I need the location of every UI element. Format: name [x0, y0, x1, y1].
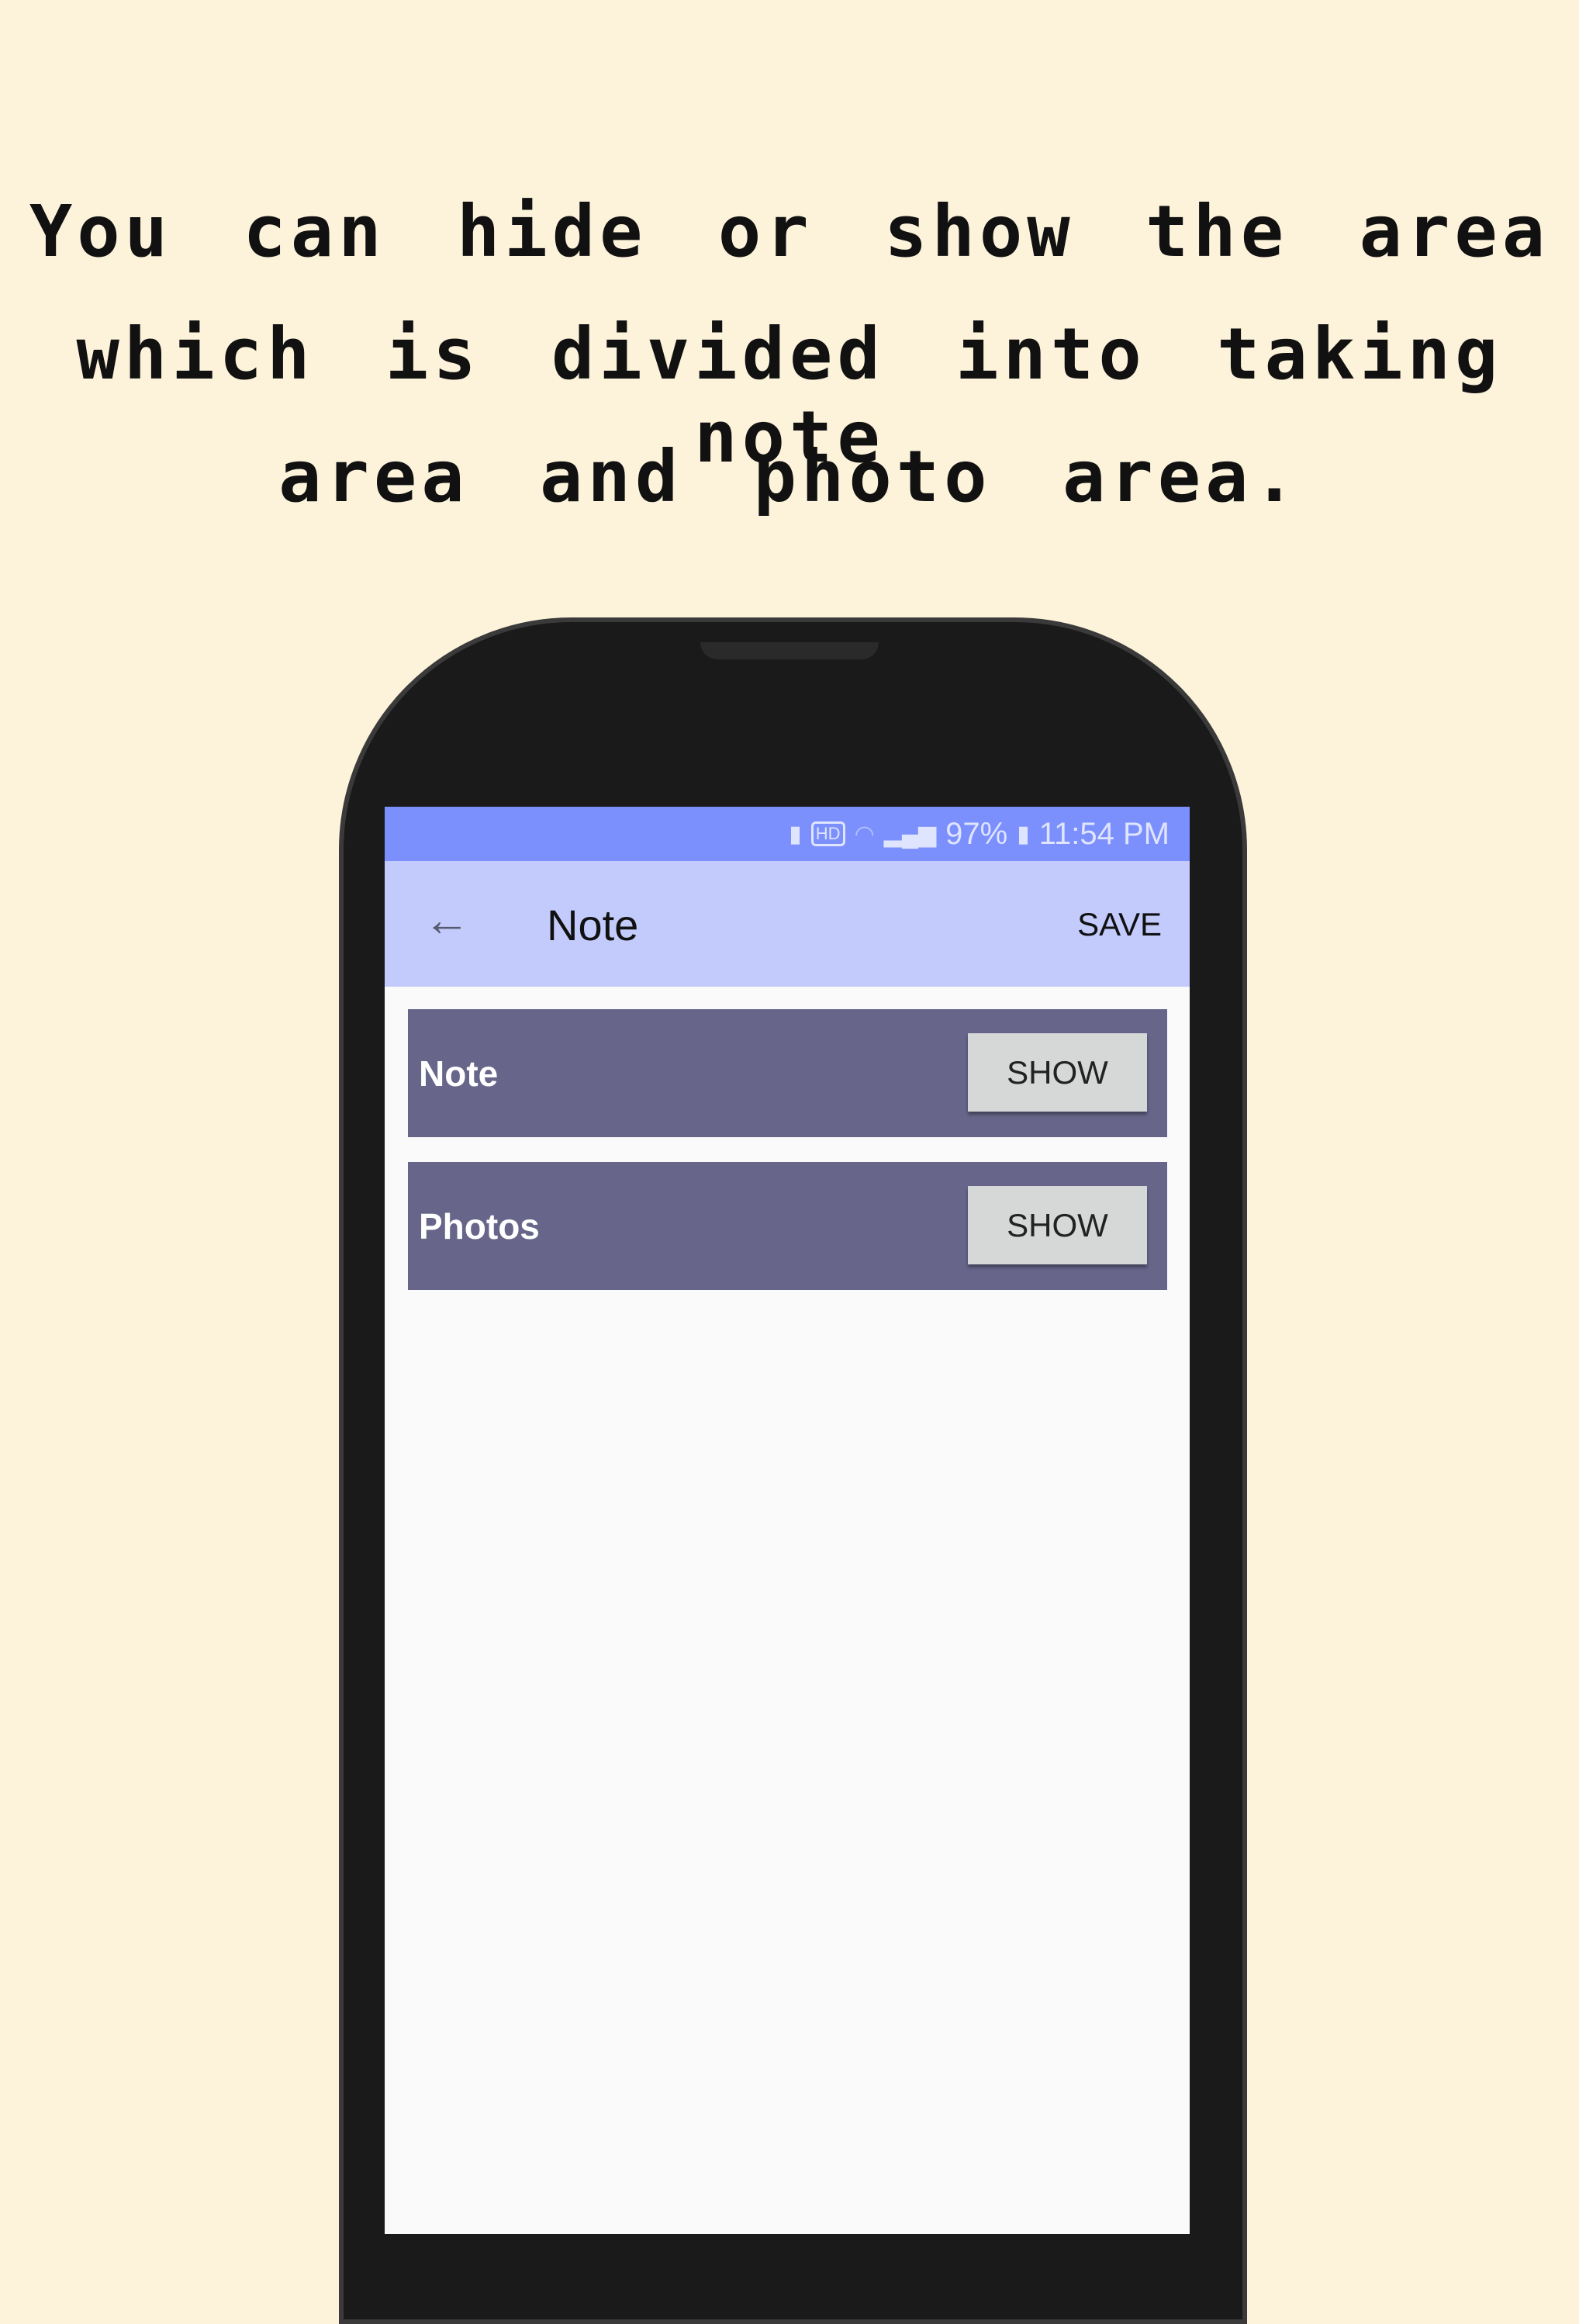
headline-line-1: You can hide or show the area	[29, 190, 1550, 273]
battery-saver-icon: ▮	[789, 821, 802, 847]
headline-line-3: area and photo area.	[278, 435, 1301, 518]
photos-section-row: Photos SHOW	[408, 1162, 1167, 1290]
wifi-icon: ◠	[854, 821, 875, 847]
show-photos-button[interactable]: SHOW	[968, 1186, 1147, 1264]
signal-icon: ▂▄▆	[883, 821, 937, 847]
status-bar: ▮ HD ◠ ▂▄▆ 97% ▮ 11:54 PM	[385, 807, 1190, 861]
note-section-row: Note SHOW	[408, 1009, 1167, 1137]
page-title: Note	[547, 901, 639, 949]
hd-voice-icon: HD	[810, 821, 845, 846]
note-section-label: Note	[419, 1053, 499, 1094]
arrow-left-icon[interactable]: ←	[423, 897, 470, 943]
clock: 11:54 PM	[1038, 816, 1170, 851]
photos-section-label: Photos	[419, 1206, 540, 1247]
show-note-button[interactable]: SHOW	[968, 1033, 1147, 1112]
battery-percent: 97%	[945, 816, 1008, 851]
save-button[interactable]: SAVE	[1077, 906, 1162, 943]
app-bar: ← Note SAVE	[385, 861, 1190, 987]
battery-icon: ▮	[1017, 821, 1030, 847]
phone-speaker	[700, 642, 879, 659]
phone-screen: ▮ HD ◠ ▂▄▆ 97% ▮ 11:54 PM ← Note SAVE No…	[385, 807, 1190, 2234]
